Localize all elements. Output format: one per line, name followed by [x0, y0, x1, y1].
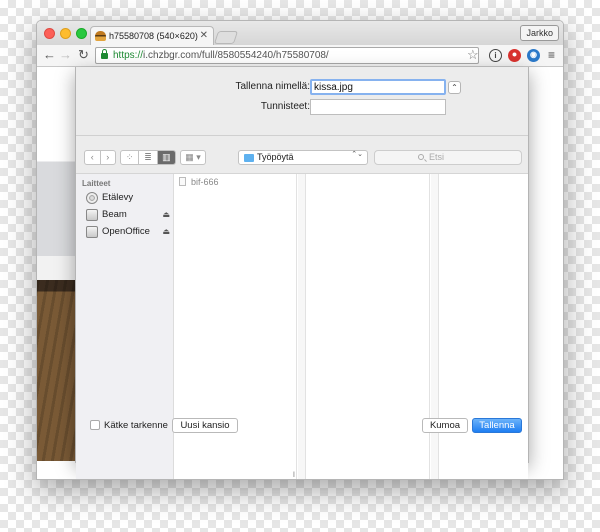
new-tab-button[interactable] [213, 31, 239, 44]
column-3 [440, 174, 528, 479]
search-placeholder: Etsi [429, 152, 445, 162]
hide-extension-label: Kätke tarkenne [104, 420, 168, 431]
save-dialog: Tallenna nimellä: ⌃ Tunnisteet: ‹ › ⁘ ≣ … [75, 67, 529, 479]
maximize-window-button[interactable] [76, 28, 87, 39]
browser-window: h75580708 (540×620) ✕ Jarkko ← → ↻ https… [36, 20, 564, 480]
tab-title: h75580708 (540×620) [109, 31, 198, 41]
search-input[interactable]: Etsi [374, 150, 522, 165]
file-item[interactable]: bif-666 [179, 177, 219, 187]
stop-extension-icon[interactable]: ⏺ [508, 49, 521, 62]
cancel-button[interactable]: Kumoa [422, 418, 468, 433]
column-gap [298, 174, 306, 479]
column-1: bif-666 ll [175, 174, 297, 479]
page-image-fragment [37, 67, 75, 461]
profile-button[interactable]: Jarkko [520, 25, 559, 41]
filename-input[interactable] [310, 79, 446, 95]
tags-row: Tunnisteet: [136, 99, 456, 115]
popup-arrows-icon: ⌃⌄ [351, 151, 363, 158]
save-button[interactable]: Tallenna [472, 418, 522, 433]
back-chevron-icon[interactable]: ‹ [85, 151, 101, 164]
view-mode-control: ⁘ ≣ ▥ [120, 150, 176, 165]
address-bar[interactable]: https://i.chzbgr.com/full/8580554240/h75… [95, 47, 479, 64]
lock-icon [101, 49, 108, 59]
expand-dialog-button[interactable]: ⌃ [448, 81, 461, 94]
tags-label: Tunnisteet: [260, 101, 310, 112]
list-view-icon[interactable]: ≣ [139, 151, 158, 164]
bookmark-star-icon[interactable]: ☆ [467, 47, 479, 63]
location-popup[interactable]: Työpöytä ⌃⌄ [238, 150, 368, 165]
hide-extension-checkbox[interactable] [90, 420, 100, 430]
drive-icon [86, 209, 98, 221]
forward-arrow-icon[interactable]: → [59, 48, 72, 62]
globe-extension-icon[interactable]: ◉ [527, 49, 540, 62]
reload-icon[interactable]: ↻ [78, 48, 89, 62]
sidebar-heading: Laitteet [82, 179, 111, 188]
icon-view-icon[interactable]: ⁘ [121, 151, 140, 164]
sidebar-item-label: Beam [102, 209, 127, 220]
new-folder-button[interactable]: Uusi kansio [172, 418, 238, 433]
column-2 [307, 174, 430, 479]
sidebar-item-etalevy[interactable]: Etälevy [86, 191, 172, 205]
file-icon [179, 177, 186, 186]
url-scheme: https:// [113, 50, 144, 61]
info-extension-icon[interactable]: i [489, 49, 502, 62]
gallery-view-control: ▦ ▾ [180, 150, 206, 165]
hamburger-menu-icon[interactable]: ≡ [548, 49, 555, 61]
browser-tab[interactable]: h75580708 (540×620) ✕ [90, 26, 214, 45]
eject-icon[interactable]: ⏏ [162, 208, 170, 222]
file-name: bif-666 [191, 177, 219, 187]
column-gap [431, 174, 439, 479]
back-arrow-icon[interactable]: ← [43, 48, 56, 62]
column-resize-handle[interactable]: ll [293, 472, 295, 479]
drive-icon [86, 226, 98, 238]
forward-chevron-icon[interactable]: › [101, 151, 116, 164]
file-browser: Laitteet Etälevy Beam ⏏ OpenOffice ⏏ bif… [76, 173, 528, 479]
burger-favicon-icon [95, 31, 106, 41]
eject-icon[interactable]: ⏏ [162, 225, 170, 239]
url-text: i.chzbgr.com/full/8580554240/h75580708/ [143, 50, 329, 61]
dialog-divider [76, 135, 528, 136]
save-as-row: Tallenna nimellä: ⌃ [136, 79, 461, 95]
minimize-window-button[interactable] [60, 28, 71, 39]
sidebar-item-label: Etälevy [102, 192, 134, 203]
location-label: Työpöytä [257, 152, 294, 162]
sidebar-item-label: OpenOffice [102, 226, 150, 237]
folder-icon [244, 154, 254, 162]
sidebar: Laitteet Etälevy Beam ⏏ OpenOffice ⏏ [76, 174, 174, 479]
sidebar-item-beam[interactable]: Beam ⏏ [86, 208, 172, 222]
tab-close-icon[interactable]: ✕ [200, 30, 208, 41]
column-view-icon[interactable]: ▥ [157, 151, 175, 164]
tab-bar: h75580708 (540×620) ✕ Jarkko [37, 21, 563, 45]
sidebar-item-openoffice[interactable]: OpenOffice ⏏ [86, 225, 172, 239]
close-window-button[interactable] [44, 28, 55, 39]
browser-toolbar: ← → ↻ https://i.chzbgr.com/full/85805542… [37, 45, 563, 67]
tags-input[interactable] [310, 99, 446, 115]
search-icon [418, 154, 424, 160]
back-forward-control: ‹ › [84, 150, 116, 165]
gallery-view-icon[interactable]: ▦ ▾ [181, 151, 205, 164]
remote-disk-icon [86, 192, 98, 204]
save-as-label: Tallenna nimellä: [235, 81, 311, 92]
